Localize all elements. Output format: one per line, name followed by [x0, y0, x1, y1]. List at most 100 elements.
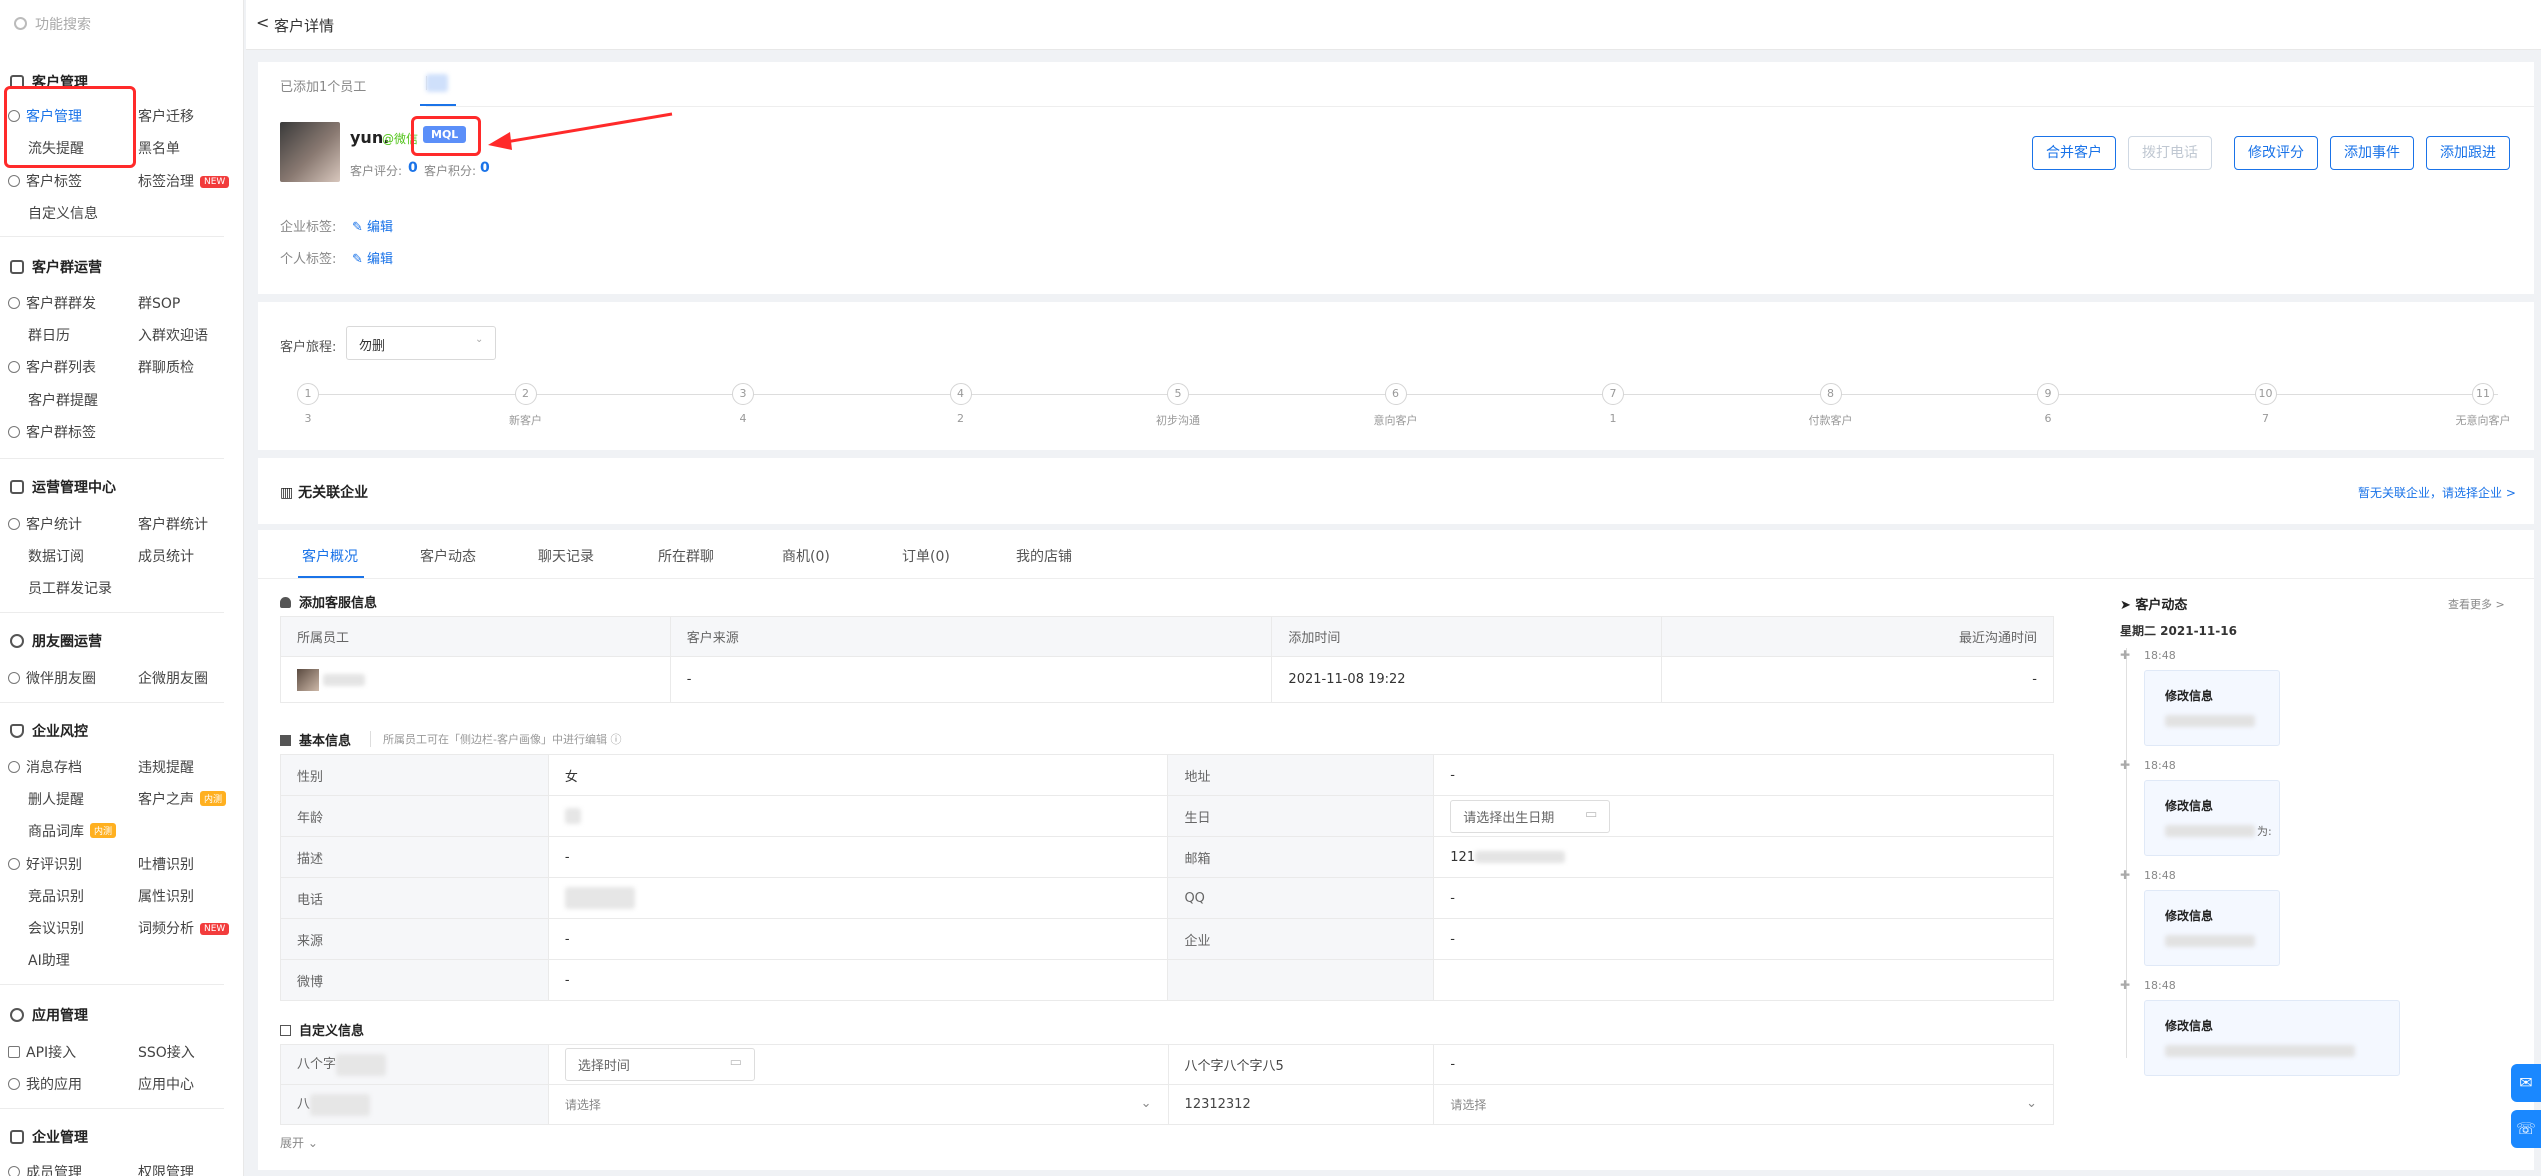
stage-11-marker[interactable]: 11 [2472, 383, 2494, 405]
field-value[interactable]: 女 [547, 754, 1169, 796]
stage-10-marker[interactable]: 10 [2254, 383, 2277, 405]
stage-3-marker[interactable]: 3 [732, 383, 754, 405]
nav-staff-broadcast-log[interactable]: 员工群发记录 [28, 578, 112, 598]
nav-word-freq[interactable]: 词频分析 NEW [138, 918, 230, 938]
edit-corp-tag-link[interactable]: ✎ 编辑 [352, 216, 393, 235]
birthday-picker[interactable]: 请选择出生日期 ▭ [1450, 799, 1611, 833]
nav-attribute-detect[interactable]: 属性识别 [138, 886, 194, 906]
add-event-button[interactable]: 添加事件 [2330, 136, 2414, 170]
nav-meeting-detect[interactable]: 会议识别 [28, 918, 84, 938]
field-value[interactable]: - [1433, 754, 2054, 796]
nav-member-stats[interactable]: 成员统计 [138, 546, 194, 566]
nav-group-reminder[interactable]: 客户群提醒 [28, 390, 98, 410]
nav-api[interactable]: API接入 [8, 1042, 76, 1062]
nav-complaint-detect[interactable]: 吐槽识别 [138, 854, 194, 874]
tab-opportunities[interactable]: 商机(0) [782, 546, 830, 566]
stage-2-marker[interactable]: 2 [514, 383, 537, 405]
activity-card[interactable]: 修改信息 [2144, 670, 2280, 746]
select-company-link[interactable]: 暂无关联企业，请选择企业 > [2358, 484, 2516, 501]
view-more-link[interactable]: 查看更多 > [2448, 596, 2505, 612]
time-picker-field[interactable]: 选择时间 ▭ [564, 1048, 755, 1081]
nav-blacklist[interactable]: 黑名单 [138, 138, 180, 158]
staff-avatar-tab[interactable] [426, 74, 448, 92]
nav-my-apps[interactable]: 我的应用 [8, 1074, 82, 1094]
tab-my-store[interactable]: 我的店铺 [1016, 546, 1072, 566]
nav-ai-assistant[interactable]: AI助理 [28, 950, 70, 970]
field-value[interactable]: - [547, 918, 1169, 960]
nav-customer-migrate[interactable]: 客户迁移 [138, 106, 194, 126]
nav-weiban-moments[interactable]: 微伴朋友圈 [8, 668, 96, 688]
nav-competitor-detect[interactable]: 竞品识别 [28, 886, 84, 906]
nav-customer-tags[interactable]: 客户标签 [8, 171, 82, 191]
merge-customer-button[interactable]: 合并客户 [2032, 136, 2116, 170]
tab-orders[interactable]: 订单(0) [902, 546, 950, 566]
nav-customer-voice[interactable]: 客户之声 内测 [138, 789, 227, 809]
nav-group-qc[interactable]: 群聊质检 [138, 357, 194, 377]
nav-customer-stats[interactable]: 客户统计 [8, 514, 82, 534]
tab-chat-history[interactable]: 聊天记录 [538, 546, 594, 566]
divider [0, 612, 224, 613]
points-value[interactable]: 0 [480, 160, 490, 176]
field-value[interactable]: - [547, 836, 1169, 878]
chat-float-button[interactable]: ✉ [2511, 1064, 2541, 1102]
call-button[interactable]: 拨打电话 [2128, 136, 2212, 170]
nav-custom-info[interactable]: 自定义信息 [28, 203, 98, 223]
stage-9-marker[interactable]: 9 [2037, 383, 2059, 405]
nav-group-stats[interactable]: 客户群统计 [138, 514, 208, 534]
support-float-button[interactable]: ☏ [2511, 1110, 2541, 1148]
section-risk-control: 企业风控 [10, 721, 88, 741]
activity-time: 18:48 [2144, 649, 2176, 662]
score-value[interactable]: 0 [408, 160, 418, 176]
edit-personal-tag-link[interactable]: ✎ 编辑 [352, 248, 393, 267]
nav-wecom-moments[interactable]: 企微朋友圈 [138, 668, 208, 688]
activity-card[interactable]: 修改信息 [2144, 1000, 2400, 1076]
stage-6-marker[interactable]: 6 [1384, 383, 1407, 405]
activity-card[interactable]: 修改信息 为: [2144, 780, 2280, 856]
nav-msg-archive[interactable]: 消息存档 [8, 757, 82, 777]
tab-overview[interactable]: 客户概况 [302, 546, 358, 566]
nav-welcome-msg[interactable]: 入群欢迎语 [138, 325, 208, 345]
edit-score-button[interactable]: 修改评分 [2234, 136, 2318, 170]
field-value[interactable] [547, 877, 1169, 919]
field-value[interactable]: - [1433, 918, 2054, 960]
stage-8-marker[interactable]: 8 [1819, 383, 1842, 405]
nav-group-calendar[interactable]: 群日历 [28, 325, 70, 345]
corp-tag-label: 企业标签: [280, 220, 337, 235]
nav-violation-alert[interactable]: 违规提醒 [138, 757, 194, 777]
nav-data-subscribe[interactable]: 数据订阅 [28, 546, 84, 566]
time-picker[interactable]: 选择时间 ▭ [547, 1044, 1169, 1085]
nav-sso[interactable]: SSO接入 [138, 1042, 195, 1062]
tab-activity[interactable]: 客户动态 [420, 546, 476, 566]
field-value[interactable] [1433, 959, 2054, 1001]
field-value[interactable]: 121 [1433, 836, 2054, 878]
stage-1-marker[interactable]: 1 [297, 383, 319, 405]
expand-link[interactable]: 展开 ⌄ [280, 1134, 318, 1151]
field-value[interactable]: 请选择出生日期 ▭ [1433, 795, 2054, 837]
nav-member-mgmt[interactable]: 成员管理 [8, 1162, 82, 1176]
field-value[interactable] [547, 795, 1169, 837]
nav-tag-governance[interactable]: 标签治理 NEW [138, 171, 230, 191]
nav-group-broadcast[interactable]: 客户群群发 [8, 293, 96, 313]
custom-select[interactable]: 请选择 ⌄ [1433, 1084, 2054, 1125]
nav-delete-alert[interactable]: 删人提醒 [28, 789, 84, 809]
field-value[interactable]: - [547, 959, 1169, 1001]
nav-praise-detect[interactable]: 好评识别 [8, 854, 82, 874]
activity-card[interactable]: 修改信息 [2144, 890, 2280, 966]
nav-group-tags[interactable]: 客户群标签 [8, 422, 96, 442]
journey-select[interactable]: 勿删 ⌄ [346, 326, 496, 360]
nav-app-center[interactable]: 应用中心 [138, 1074, 194, 1094]
nav-group-list[interactable]: 客户群列表 [8, 357, 96, 377]
nav-group-sop[interactable]: 群SOP [138, 293, 180, 313]
nav-permission-mgmt[interactable]: 权限管理 [138, 1162, 194, 1176]
stage-4-marker[interactable]: 4 [949, 383, 972, 405]
field-value[interactable]: - [1433, 877, 2054, 919]
back-icon[interactable]: < [256, 13, 269, 32]
tab-groups[interactable]: 所在群聊 [658, 546, 714, 566]
new-badge: NEW [200, 923, 230, 935]
custom-select[interactable]: 请选择 ⌄ [547, 1084, 1169, 1125]
stage-7-marker[interactable]: 7 [1602, 383, 1624, 405]
stage-5-marker[interactable]: 5 [1167, 383, 1189, 405]
nav-product-lexicon[interactable]: 商品词库 内测 [28, 821, 117, 841]
add-followup-button[interactable]: 添加跟进 [2426, 136, 2510, 170]
function-search[interactable]: 功能搜索 [14, 14, 229, 44]
